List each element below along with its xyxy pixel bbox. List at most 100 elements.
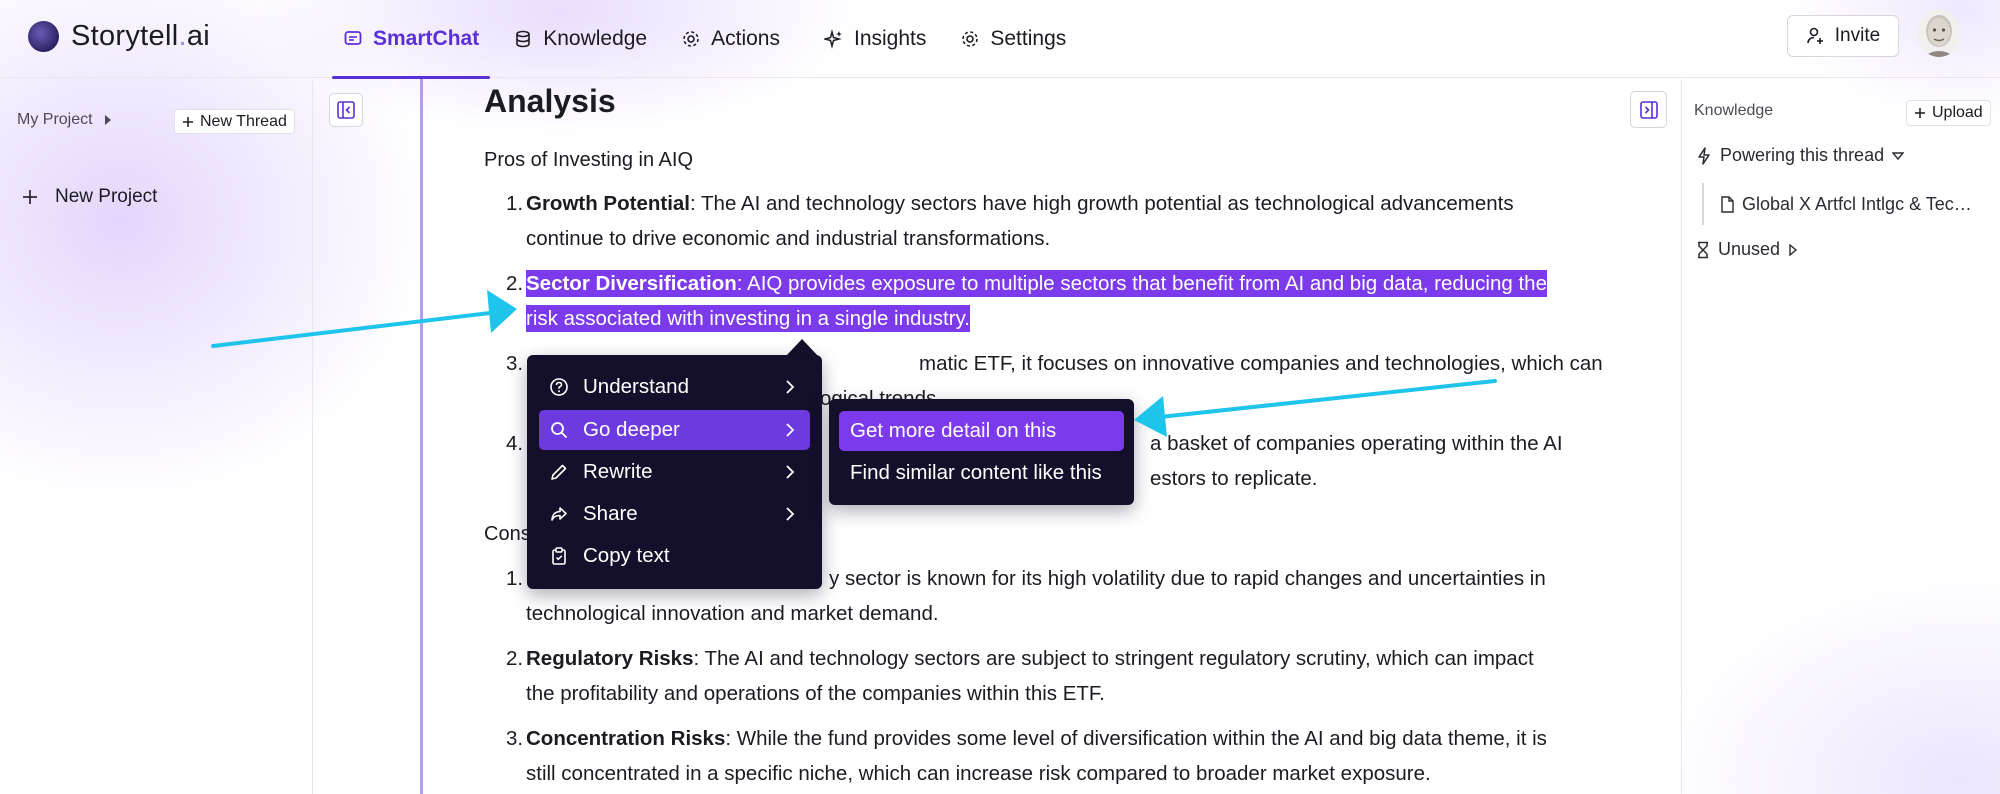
plus-icon	[1915, 108, 1925, 118]
plus-icon	[23, 190, 37, 204]
toggle-knowledge-panel-button[interactable]	[1630, 91, 1667, 128]
nav-insights[interactable]: Insights	[807, 0, 943, 78]
list-number: 3.	[506, 352, 524, 375]
list-text-partial: matic ETF, it focuses on innovative comp…	[919, 352, 1603, 375]
sidebar-collapse-icon	[337, 101, 355, 119]
selected-text[interactable]: Sector Diversification: AIQ provides exp…	[526, 267, 1566, 336]
list-number: 1.	[506, 192, 524, 215]
unused-toggle[interactable]: Unused	[1696, 239, 1798, 260]
menu-item-label: Understand	[583, 375, 689, 398]
nav-settings-label: Settings	[990, 27, 1067, 50]
caret-right-icon	[104, 115, 111, 125]
clipboard-icon	[552, 547, 566, 565]
new-thread-label: New Thread	[200, 112, 287, 130]
project-label: My Project	[17, 111, 93, 128]
search-icon	[551, 422, 568, 439]
pros-heading: Pros of Investing in AIQ	[484, 149, 693, 171]
left-sidebar: My Project New Thread New Project	[0, 79, 313, 794]
list-number: 4.	[506, 432, 524, 455]
list-text: Regulatory Risks: The AI and technology …	[526, 647, 1534, 705]
chat-icon	[344, 31, 362, 45]
menu-item-copy-text[interactable]: Copy text	[539, 536, 810, 576]
list-text-partial: y sector is known for its high volatilit…	[829, 567, 1546, 590]
nav-knowledge-label: Knowledge	[543, 27, 648, 50]
caret-right-icon	[1789, 243, 1798, 256]
avatar[interactable]	[1917, 9, 1961, 57]
list-number: 2.	[506, 272, 524, 295]
unused-label: Unused	[1718, 239, 1781, 259]
upload-button[interactable]: Upload	[1906, 100, 1991, 126]
page-title: Analysis	[484, 83, 616, 119]
top-header: Storytell.ai SmartChat Knowledge Actions…	[0, 0, 2000, 79]
nav-smartchat[interactable]: SmartChat	[326, 0, 496, 79]
collapse-sidebar-button[interactable]	[329, 93, 363, 127]
list-text: Concentration Risks: While the fund prov…	[526, 727, 1547, 785]
menu-item-share[interactable]: Share	[539, 494, 810, 534]
list-text-partial: estors to replicate.	[1150, 466, 1318, 490]
thread-divider	[420, 79, 423, 794]
user-avatar-icon	[1917, 9, 1961, 57]
context-menu-caret	[786, 339, 818, 356]
nav-smartchat-label: SmartChat	[373, 27, 480, 50]
logo[interactable]: Storytell.ai	[28, 20, 210, 53]
cons-heading: Cons	[484, 523, 531, 545]
knowledge-panel: Knowledge Upload Powering this thread Gl…	[1681, 79, 2000, 794]
powering-thread-toggle[interactable]: Powering this thread	[1696, 145, 1905, 166]
list-text-partial: a basket of companies operating within t…	[1150, 432, 1563, 455]
new-project-button[interactable]: New Project	[22, 186, 157, 208]
submenu-item-label: Find similar content like this	[850, 461, 1102, 484]
nav-actions[interactable]: Actions	[664, 0, 797, 78]
nav-actions-label: Actions	[711, 27, 780, 50]
menu-item-understand[interactable]: Understand	[539, 367, 810, 407]
chevron-right-icon	[786, 423, 795, 437]
powering-label: Powering this thread	[1720, 145, 1885, 165]
knowledge-source-item[interactable]: Global X Artfcl Intlgc & Tec…	[1702, 183, 1992, 225]
logo-mark-icon	[28, 21, 59, 52]
menu-item-label: Rewrite	[583, 460, 653, 483]
sparkle-icon	[824, 29, 842, 49]
submenu-item-similar-content[interactable]: Find similar content like this	[839, 453, 1124, 493]
gear-icon	[683, 31, 699, 47]
pencil-icon	[551, 464, 567, 480]
caret-down-icon	[1892, 151, 1905, 160]
menu-item-label: Copy text	[583, 544, 670, 567]
lightning-icon	[1698, 146, 1710, 165]
menu-item-rewrite[interactable]: Rewrite	[539, 452, 810, 492]
chevron-right-icon	[786, 380, 795, 394]
nav-insights-label: Insights	[854, 27, 927, 50]
database-icon	[516, 30, 531, 48]
help-circle-icon	[550, 378, 568, 396]
list-number: 1.	[506, 567, 524, 590]
source-label: Global X Artfcl Intlgc & Tec…	[1742, 193, 1972, 214]
menu-item-go-deeper[interactable]: Go deeper	[539, 410, 810, 450]
plus-icon	[183, 116, 193, 127]
sidebar-expand-icon	[1639, 100, 1658, 119]
main-nav: SmartChat Knowledge Actions Insights Set…	[326, 0, 1083, 79]
menu-item-label: Share	[583, 502, 638, 525]
list-text: technological innovation and market dema…	[526, 601, 939, 625]
nav-settings[interactable]: Settings	[943, 0, 1083, 78]
context-submenu: Get more detail on this Find similar con…	[829, 399, 1134, 505]
logo-text: Storytell.ai	[71, 20, 210, 52]
list-text: Growth Potential: The AI and technology …	[526, 192, 1514, 250]
new-thread-button[interactable]: New Thread	[174, 109, 295, 134]
settings-gear-icon	[962, 31, 979, 47]
project-selector[interactable]: My Project	[17, 111, 113, 129]
invite-label: Invite	[1834, 25, 1881, 46]
chevron-right-icon	[786, 507, 795, 521]
document-icon	[1721, 195, 1734, 213]
invite-button[interactable]: Invite	[1787, 15, 1899, 57]
menu-item-label: Go deeper	[583, 418, 680, 441]
add-user-icon	[1806, 27, 1823, 44]
list-number: 3.	[506, 727, 524, 750]
knowledge-title: Knowledge	[1694, 102, 1774, 119]
context-menu: Understand Go deeper Rewrite Share Copy …	[527, 355, 822, 589]
hourglass-icon	[1698, 241, 1708, 258]
chevron-right-icon	[786, 465, 795, 479]
new-project-label: New Project	[55, 186, 158, 207]
list-number: 2.	[506, 647, 524, 670]
upload-label: Upload	[1932, 104, 1983, 121]
nav-knowledge[interactable]: Knowledge	[496, 0, 664, 78]
submenu-item-more-detail[interactable]: Get more detail on this	[839, 411, 1124, 451]
share-arrow-icon	[551, 507, 567, 521]
